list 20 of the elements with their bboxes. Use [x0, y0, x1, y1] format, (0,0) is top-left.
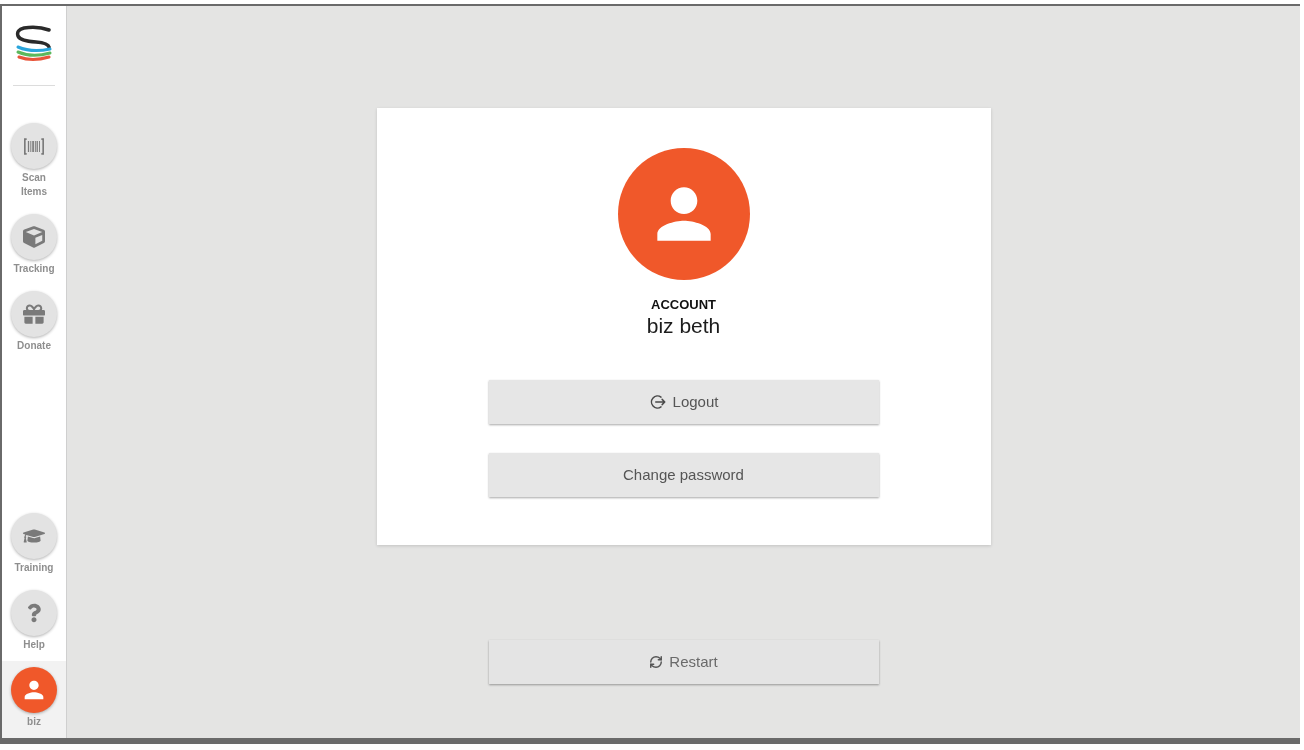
sidebar-nav-item[interactable]: Training	[2, 507, 66, 584]
logout-button[interactable]: Logout	[488, 380, 879, 424]
gift-icon	[11, 291, 57, 337]
account-heading: ACCOUNT	[651, 296, 716, 313]
cube-icon	[11, 214, 57, 260]
barcode-icon	[11, 123, 57, 169]
sidebar-nav-item[interactable]: biz	[2, 661, 66, 738]
account-name: biz beth	[646, 313, 721, 339]
question-mark-icon	[11, 590, 57, 636]
restart-button[interactable]: Restart	[488, 640, 879, 684]
graduation-cap-icon	[11, 513, 57, 559]
sidebar-nav-item[interactable]: Help	[2, 584, 66, 661]
refresh-icon	[649, 655, 664, 669]
logo-icon	[14, 25, 54, 63]
logout-icon	[648, 393, 667, 411]
sidebar-nav-item[interactable]: Donate	[2, 285, 66, 362]
person-icon	[11, 667, 57, 713]
sidebar-nav-item[interactable]: Scan Items	[2, 117, 66, 208]
sidebar-nav-item[interactable]: Tracking	[2, 208, 66, 285]
account-action-button[interactable]: Change password	[488, 453, 879, 497]
